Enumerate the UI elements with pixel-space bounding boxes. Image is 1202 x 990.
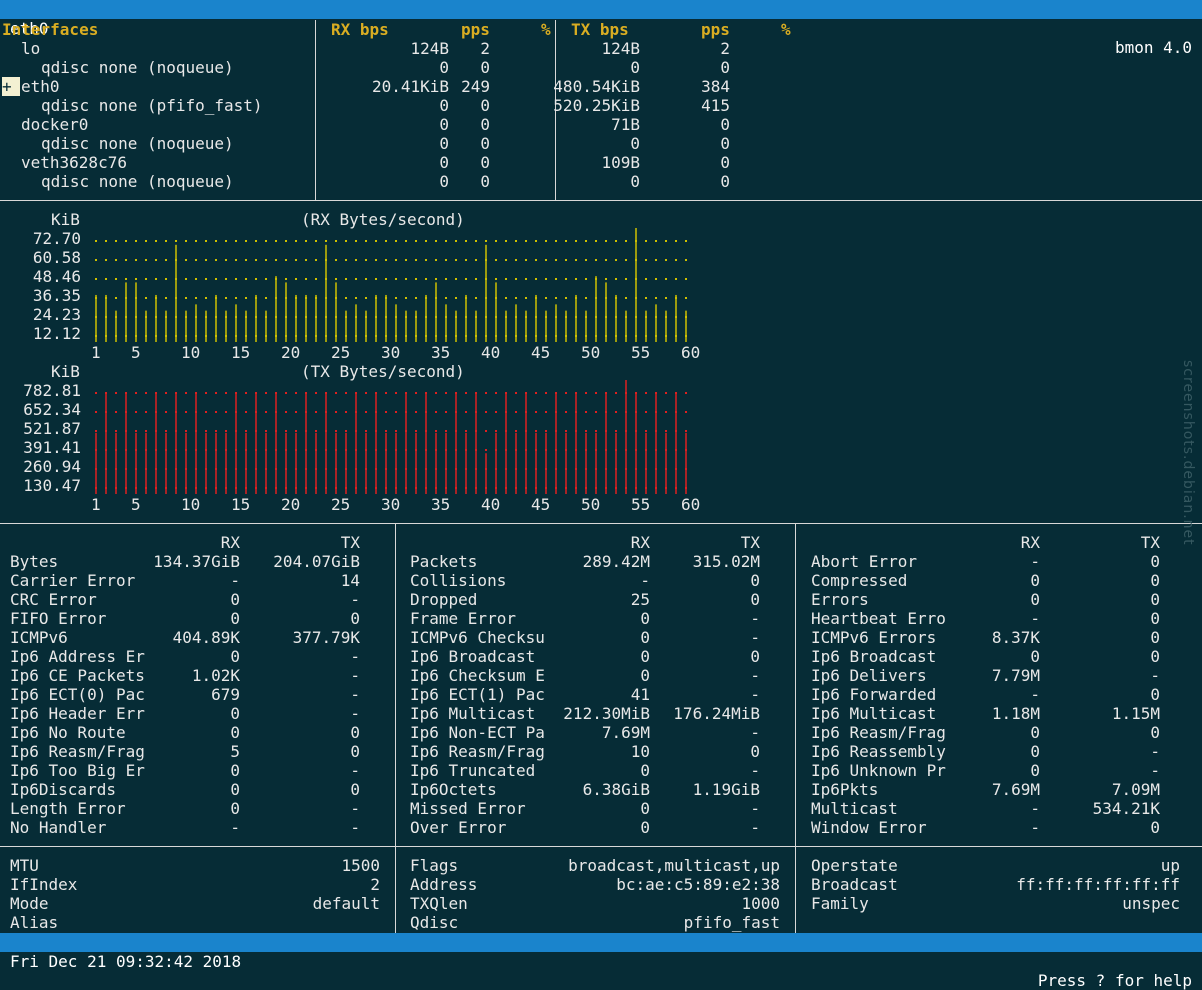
stats-tx-header: TX (340, 533, 360, 552)
stat-tx-value: 0 (750, 742, 760, 761)
info-label: Mode (10, 894, 49, 913)
stat-tx-value: 1.19GiB (692, 780, 760, 799)
info-label: Qdisc (410, 913, 459, 932)
stat-tx-value: 0 (750, 647, 760, 666)
x-tick-label: 35 (431, 495, 451, 514)
info-value: pfifo_fast (683, 913, 780, 932)
divider (0, 846, 1202, 847)
info-label: TXQlen (410, 894, 468, 913)
stat-tx-value: - (350, 590, 360, 609)
stat-tx-value: 0 (1150, 647, 1160, 666)
divider (795, 523, 796, 933)
stat-tx-value: - (750, 609, 760, 628)
stat-tx-value: - (750, 666, 760, 685)
stat-tx-value: - (750, 628, 760, 647)
stat-tx-value: 377.79K (292, 628, 360, 647)
x-tick-label: 60 (681, 495, 701, 514)
x-tick-label: 45 (531, 495, 551, 514)
stat-tx-value: 0 (1150, 818, 1160, 837)
stat-tx-value: 0 (1150, 628, 1160, 647)
stat-tx-value: - (350, 761, 360, 780)
stat-tx-value: 0 (750, 590, 760, 609)
status-bar: Fri Dec 21 09:32:42 2018 Press ? for hel… (0, 933, 1202, 990)
stat-tx-value: - (1150, 742, 1160, 761)
info-value: 1500 (341, 856, 380, 875)
stat-tx-value: 0 (1150, 609, 1160, 628)
stats-tx-header: TX (740, 533, 760, 552)
info-label: IfIndex (10, 875, 78, 894)
stat-tx-value: - (350, 799, 360, 818)
stat-tx-value: 0 (350, 742, 360, 761)
stat-tx-value: 0 (1150, 571, 1160, 590)
info-value: unspec (1122, 894, 1180, 913)
stat-tx-value: 14 (340, 571, 360, 590)
stat-tx-value: 1.15M (1111, 704, 1160, 723)
clock: Fri Dec 21 09:32:42 2018 (10, 952, 242, 971)
stat-tx-value: - (350, 685, 360, 704)
stat-tx-value: 0 (750, 571, 760, 590)
stat-tx-value: 204.07GiB (273, 552, 360, 571)
stat-tx-value: - (750, 685, 760, 704)
stat-tx-value: 0 (1150, 552, 1160, 571)
info-value: broadcast,multicast,up (568, 856, 780, 875)
info-value: default (312, 894, 380, 913)
info-value: 1000 (741, 894, 780, 913)
divider (0, 523, 1202, 524)
divider (395, 523, 396, 933)
info-label: Operstate (811, 856, 898, 875)
stat-tx-value: 534.21K (1092, 799, 1160, 818)
stat-tx-value: - (1150, 666, 1160, 685)
stat-tx-value: 0 (1150, 685, 1160, 704)
x-tick-label: 5 (131, 495, 141, 514)
watermark: screenshots.debian.net (1180, 360, 1196, 546)
x-tick-label: 55 (631, 495, 651, 514)
stat-tx-value: 0 (1150, 590, 1160, 609)
x-tick-label: 20 (281, 495, 301, 514)
x-tick-label: 50 (581, 495, 601, 514)
stat-tx-value: 0 (350, 609, 360, 628)
stats-tx-header: TX (1140, 533, 1160, 552)
info-value: up (1160, 856, 1180, 875)
x-tick-label: 30 (381, 495, 401, 514)
stat-tx-value: - (750, 761, 760, 780)
stat-tx-value: 0 (350, 723, 360, 742)
stat-tx-value: - (750, 818, 760, 837)
stat-tx-value: - (350, 818, 360, 837)
info-value (120, 913, 380, 932)
x-tick-label: 1 (91, 495, 101, 514)
x-tick-label: 10 (181, 495, 201, 514)
stat-tx-value: 315.02M (692, 552, 760, 571)
stat-tx-value: 0 (350, 780, 360, 799)
info-label: Flags (410, 856, 459, 875)
x-tick-label: 40 (481, 495, 501, 514)
stat-tx-value: 0 (1150, 723, 1160, 742)
x-tick-label: 15 (231, 495, 251, 514)
stat-tx-value: - (350, 704, 360, 723)
info-label: Address (410, 875, 478, 894)
stat-tx-value: - (350, 647, 360, 666)
stat-tx-value: - (1150, 761, 1160, 780)
info-label: Alias (10, 913, 59, 932)
stat-tx-value: - (350, 666, 360, 685)
stat-tx-value: 176.24MiB (673, 704, 760, 723)
info-label: Family (811, 894, 869, 913)
info-value: bc:ae:c5:89:e2:38 (616, 875, 780, 894)
x-tick-label: 25 (331, 495, 351, 514)
stat-tx-value: 7.09M (1111, 780, 1160, 799)
stat-tx-value: - (750, 799, 760, 818)
stat-tx-value: - (750, 723, 760, 742)
info-value: 2 (370, 875, 380, 894)
info-value: ff:ff:ff:ff:ff:ff (1016, 875, 1180, 894)
info-label: MTU (10, 856, 39, 875)
info-label: Broadcast (811, 875, 898, 894)
help-hint: Press ? for help (1037, 971, 1192, 990)
